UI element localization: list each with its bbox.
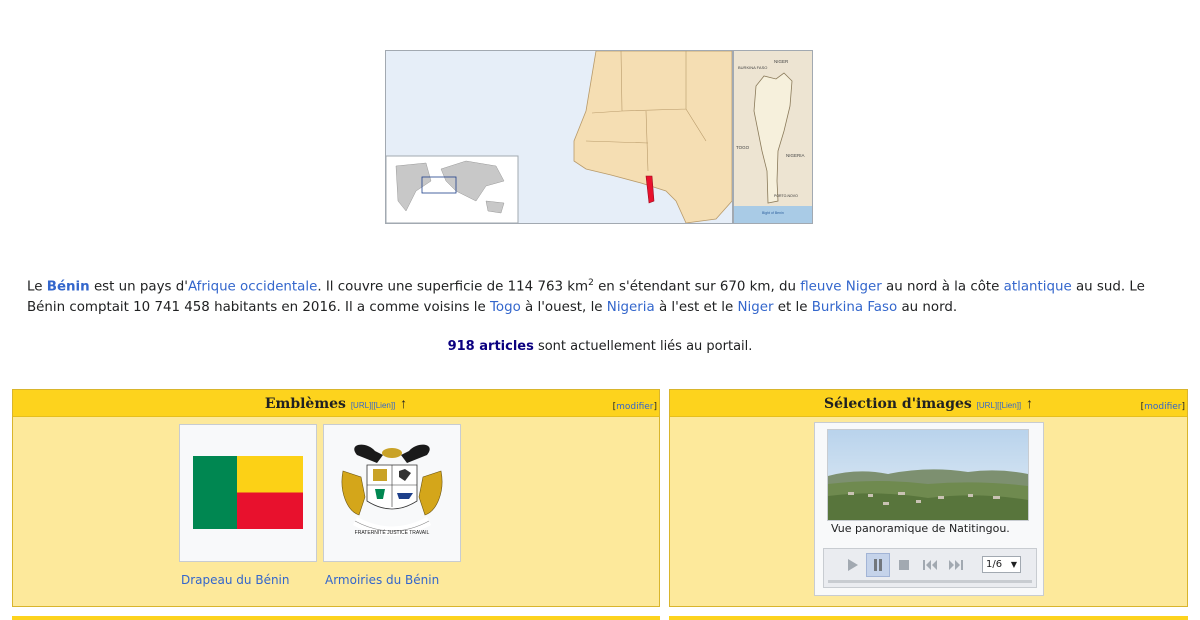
afrique-link[interactable]: Afrique occidentale	[188, 279, 317, 294]
togo-label: TOGO	[736, 145, 750, 150]
next-box-header-right	[669, 616, 1188, 620]
images-modifier-link[interactable]: modifier	[1144, 402, 1181, 412]
emblemes-lien-link[interactable]: [[Lien]]	[371, 401, 395, 410]
article-count-link[interactable]: 918 articles	[448, 339, 534, 354]
emblemes-header: Emblèmes [URL][[Lien]] ↑	[13, 390, 659, 417]
intro-text: en s'étendant sur 670 km, du	[593, 279, 801, 295]
emblemes-up-arrow[interactable]: ↑	[400, 395, 407, 411]
emblemes-title: Emblèmes	[264, 396, 346, 412]
burkina-faso-link[interactable]: Burkina Faso	[812, 300, 897, 315]
benin-coat-of-arms: FRATERNITÉ JUSTICE TRAVAIL	[341, 444, 443, 536]
arms-caption[interactable]: Armoiries du Bénin	[325, 573, 439, 587]
chevron-down-icon: ▼	[1010, 560, 1017, 569]
intro-text: et le	[773, 300, 812, 316]
emblemes-box: Emblèmes [URL][[Lien]] ↑ [modifier] FRAT…	[12, 389, 660, 607]
skip-back-icon	[923, 560, 937, 570]
pause-button[interactable]	[866, 553, 890, 577]
burkina-label: BURKINA FASO	[738, 65, 767, 70]
article-count: 918 articles sont actuellement liés au p…	[0, 339, 1200, 354]
intro-text: est un pays d'	[89, 279, 188, 295]
intro-text: à l'ouest, le	[520, 300, 607, 316]
atlantique-link[interactable]: atlantique	[1004, 279, 1072, 294]
pause-icon	[874, 559, 882, 571]
slide-select[interactable]: 1/6 ▼	[982, 556, 1021, 573]
images-lien-link[interactable]: [[Lien]]	[997, 401, 1021, 410]
gulf-label: Bight of Benin	[762, 211, 784, 215]
fleuve-niger-link[interactable]: fleuve Niger	[800, 279, 882, 294]
intro-paragraph: Le Bénin est un pays d'Afrique occidenta…	[27, 273, 1187, 318]
previous-button[interactable]	[918, 553, 942, 577]
benin-link[interactable]: Bénin	[47, 279, 90, 294]
togo-link[interactable]: Togo	[490, 300, 521, 315]
natitingou-photo[interactable]	[827, 429, 1029, 521]
article-count-text: sont actuellement liés au portail.	[533, 339, 753, 354]
intro-text: à l'est et le	[654, 300, 738, 316]
play-button[interactable]	[840, 553, 864, 577]
slideshow-progress-track[interactable]	[828, 580, 1032, 583]
article-count-number: 918 articles	[447, 339, 534, 354]
stop-icon	[899, 560, 909, 570]
flag-caption[interactable]: Drapeau du Bénin	[181, 573, 290, 587]
intro-text: au nord.	[897, 300, 958, 316]
images-up-arrow[interactable]: ↑	[1026, 395, 1033, 411]
skip-forward-icon	[949, 560, 963, 570]
stop-button[interactable]	[892, 553, 916, 577]
images-title: Sélection d'images	[823, 396, 972, 412]
benin-detail-map[interactable]: BURKINA FASO NIGER TOGO NIGERIA PORTO-NO…	[733, 50, 813, 224]
images-url-link[interactable]: [URL]	[977, 401, 997, 410]
benin-flag	[193, 456, 303, 529]
africa-locator-map[interactable]	[385, 50, 733, 224]
flag-thumbnail[interactable]	[179, 424, 317, 562]
images-modifier: [modifier]	[1140, 402, 1185, 412]
intro-text: au nord à la côte	[881, 279, 1004, 295]
niger-link[interactable]: Niger	[738, 300, 774, 315]
niger-label: NIGER	[774, 59, 789, 64]
emblemes-modifier-link[interactable]: modifier	[616, 402, 653, 412]
image-slideshow: Vue panoramique de Natitingou. 1/6 ▼	[814, 422, 1044, 596]
arms-motto: FRATERNITÉ JUSTICE TRAVAIL	[355, 529, 430, 536]
play-icon	[848, 559, 858, 571]
next-button[interactable]	[944, 553, 968, 577]
photo-caption: Vue panoramique de Natitingou.	[831, 522, 1010, 535]
nigeria-link[interactable]: Nigeria	[607, 300, 655, 315]
slide-counter: 1/6	[986, 559, 1003, 570]
next-box-header-left	[12, 616, 660, 620]
slideshow-controls: 1/6 ▼	[823, 548, 1037, 588]
emblemes-modifier: [modifier]	[612, 402, 657, 412]
selection-images-box: Sélection d'images [URL][[Lien]] ↑ [modi…	[669, 389, 1188, 607]
nigeria-label: NIGERIA	[786, 153, 805, 158]
arms-thumbnail[interactable]: FRATERNITÉ JUSTICE TRAVAIL	[323, 424, 461, 562]
emblemes-url-link[interactable]: [URL]	[351, 401, 371, 410]
intro-text: Le	[27, 279, 47, 295]
porto-novo-label: PORTO-NOVO	[774, 194, 798, 198]
images-header: Sélection d'images [URL][[Lien]] ↑	[670, 390, 1187, 417]
intro-text: . Il couvre une superficie de 114 763 km	[317, 279, 589, 295]
